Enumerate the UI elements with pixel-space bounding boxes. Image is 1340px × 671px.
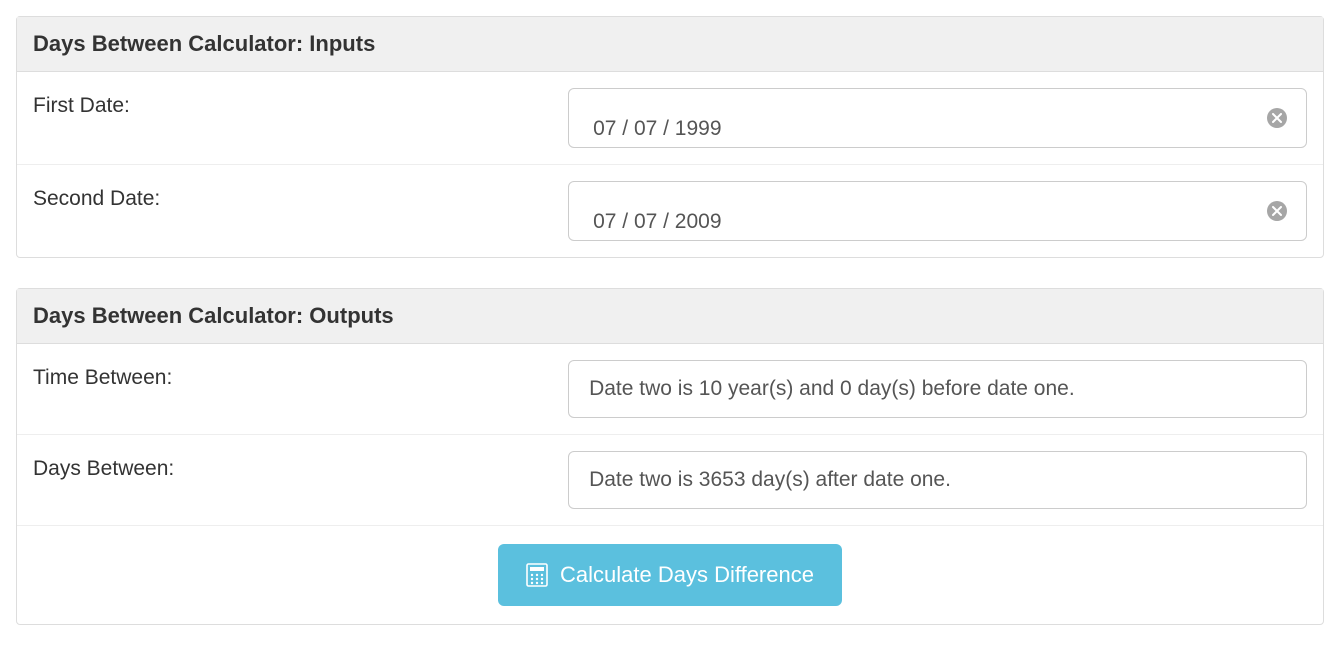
second-date-row: Second Date: 07 / 07 / 2009 [17, 165, 1323, 257]
time-between-row: Time Between: Date two is 10 year(s) and… [17, 344, 1323, 435]
first-date-value: 07 / 07 / 1999 [593, 117, 721, 141]
first-date-field-wrap: 07 / 07 / 1999 [568, 88, 1307, 148]
clear-second-date-icon[interactable] [1267, 201, 1287, 221]
days-between-value: Date two is 3653 day(s) after date one. [589, 468, 951, 492]
time-between-field-wrap: Date two is 10 year(s) and 0 day(s) befo… [568, 360, 1307, 418]
days-between-field-wrap: Date two is 3653 day(s) after date one. [568, 451, 1307, 509]
outputs-panel: Days Between Calculator: Outputs Time Be… [16, 288, 1324, 625]
time-between-value: Date two is 10 year(s) and 0 day(s) befo… [589, 377, 1075, 401]
calculator-icon [526, 563, 548, 587]
inputs-panel-header: Days Between Calculator: Inputs [17, 17, 1323, 72]
calculate-button[interactable]: Calculate Days Difference [498, 544, 842, 606]
inputs-panel: Days Between Calculator: Inputs First Da… [16, 16, 1324, 258]
days-between-label: Days Between: [33, 451, 568, 481]
calculate-button-label: Calculate Days Difference [560, 562, 814, 588]
button-row: Calculate Days Difference [17, 526, 1323, 624]
days-between-row: Days Between: Date two is 3653 day(s) af… [17, 435, 1323, 526]
first-date-row: First Date: 07 / 07 / 1999 [17, 72, 1323, 165]
days-between-output: Date two is 3653 day(s) after date one. [568, 451, 1307, 509]
second-date-value: 07 / 07 / 2009 [593, 210, 721, 234]
time-between-output: Date two is 10 year(s) and 0 day(s) befo… [568, 360, 1307, 418]
first-date-input[interactable]: 07 / 07 / 1999 [568, 88, 1307, 148]
second-date-field-wrap: 07 / 07 / 2009 [568, 181, 1307, 241]
first-date-label: First Date: [33, 88, 568, 118]
clear-first-date-icon[interactable] [1267, 108, 1287, 128]
time-between-label: Time Between: [33, 360, 568, 390]
second-date-label: Second Date: [33, 181, 568, 211]
second-date-input[interactable]: 07 / 07 / 2009 [568, 181, 1307, 241]
outputs-panel-header: Days Between Calculator: Outputs [17, 289, 1323, 344]
